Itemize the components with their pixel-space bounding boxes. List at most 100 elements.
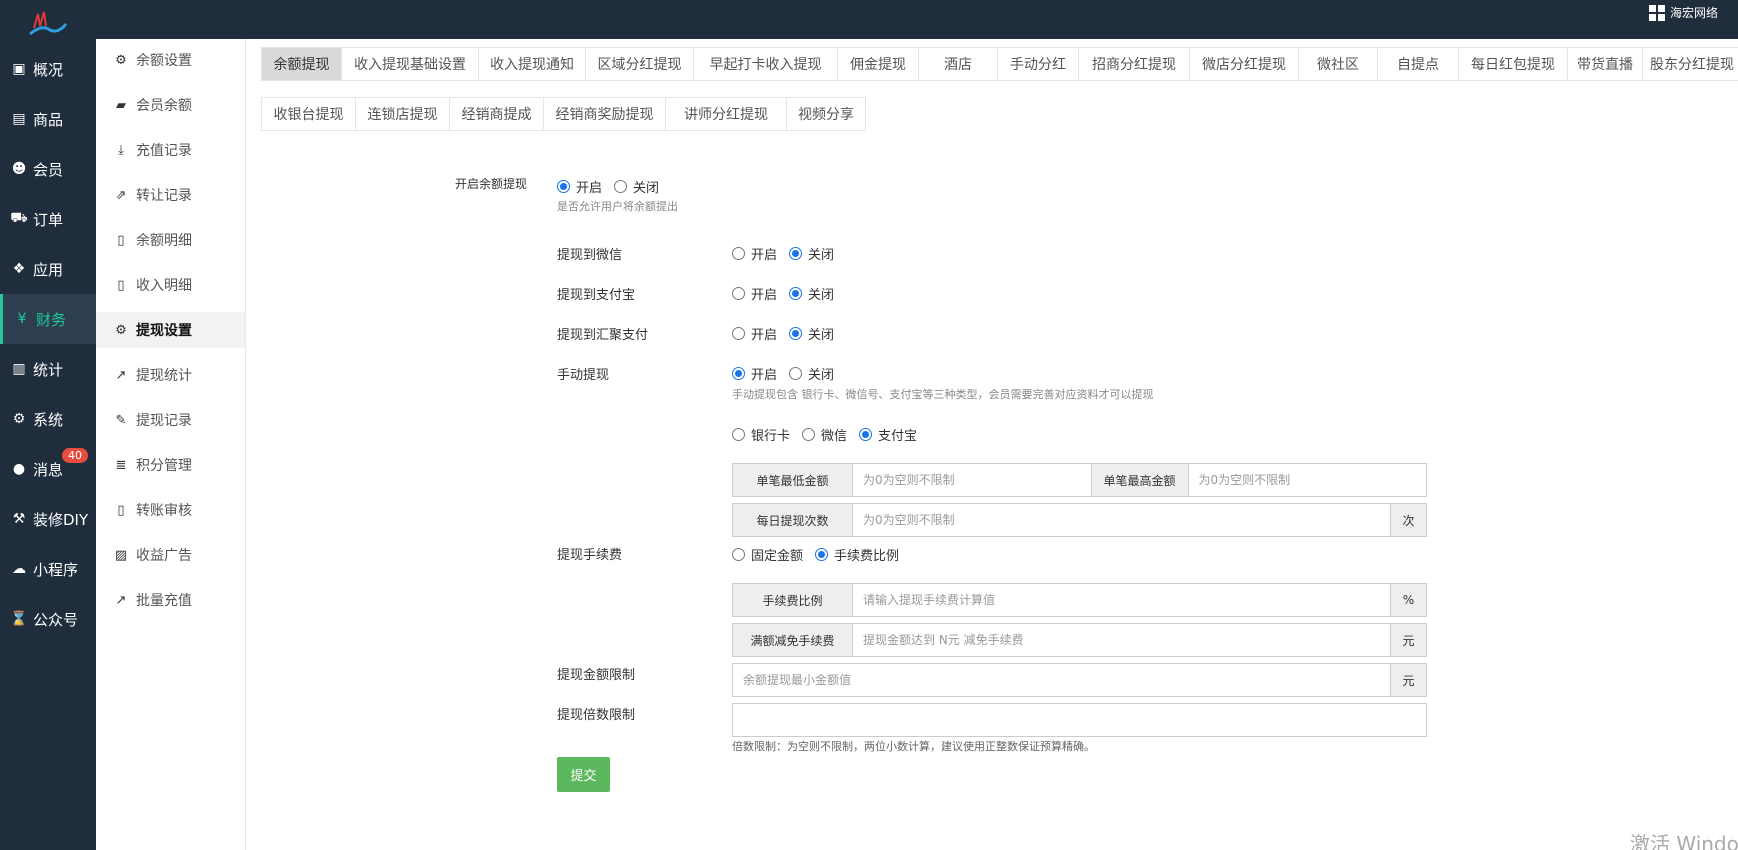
file-icon: ▯ [117,502,125,518]
tab-tabs_row1-12[interactable]: 每日红包提现 [1458,47,1568,81]
tab-bar-row-2: 收银台提现 连锁店提现 经销商提成 经销商奖励提现 讲师分红提现 视频分享 [261,97,866,131]
main-nav-label: 系统 [33,410,64,429]
fee-ratio-group: 手续费比例 % [732,583,1427,617]
fee-free-unit: 元 [1390,624,1426,656]
message-count-badge: 40 [62,448,88,463]
main-nav-item-7[interactable]: ⚙ 系统 [0,394,96,444]
tab-tabs_row1-4[interactable]: 早起打卡收入提现 [693,47,838,81]
main-nav-label: 概况 [33,60,64,79]
tab-tabs_row2-5[interactable]: 视频分享 [786,97,866,131]
gear-icon: ⚙ [115,52,127,68]
manual-type-alipay[interactable]: 支付宝 [859,425,917,444]
submenu-item-0[interactable]: ⚙ 余额设置 [96,42,245,78]
main-nav-item-2[interactable]: ☻ 会员 [0,144,96,194]
tab-tabs_row2-3[interactable]: 经销商奖励提现 [543,97,666,131]
fee-fixed-amount[interactable]: 固定金额 [732,545,803,564]
submenu-item-1[interactable]: ▰ 会员余额 [96,87,245,123]
max-amount-input[interactable] [1188,464,1426,496]
min-amount-input[interactable] [853,464,1091,496]
enable-balance-withdraw-on[interactable]: 开启 [557,177,602,196]
submenu-item-7[interactable]: ↗ 提现统计 [96,357,245,393]
submenu-item-11[interactable]: ▨ 收益广告 [96,537,245,573]
submenu-item-6[interactable]: ⚙ 提现设置 [96,312,245,348]
withdraw-to-wechat-radios: 开启 关闭 [732,244,846,263]
tab-tabs_row1-8[interactable]: 招商分红提现 [1078,47,1190,81]
submenu-item-10[interactable]: ▯ 转账审核 [96,492,245,528]
manual-withdraw-on[interactable]: 开启 [732,364,777,383]
manual-withdraw-off[interactable]: 关闭 [789,364,834,383]
submenu-label: 收入明细 [136,278,192,294]
submenu-item-9[interactable]: ≣ 积分管理 [96,447,245,483]
main-nav-label: 消息 [33,460,64,479]
submit-button[interactable]: 提交 [557,757,610,792]
withdraw-to-huiju-off[interactable]: 关闭 [789,324,834,343]
single-amount-limits-group: 单笔最低金额 单笔最高金额 [732,463,1427,497]
brand-logo[interactable] [28,10,68,38]
main-nav-item-3[interactable]: ⛟ 订单 [0,194,96,244]
fee-free-input[interactable] [853,624,1390,656]
main-nav-item-8[interactable]: ● 消息 40 [0,444,96,494]
tab-tabs_row1-13[interactable]: 带货直播 [1567,47,1643,81]
main-nav-item-9[interactable]: ⚒ 装修DIY [0,494,96,544]
tab-tabs_row2-2[interactable]: 经销商提成 [449,97,544,131]
fee-ratio-unit: % [1390,584,1426,616]
enable-balance-withdraw-off[interactable]: 关闭 [614,177,659,196]
submenu-label: 提现设置 [136,323,192,339]
enable-balance-withdraw-help: 是否允许用户将余额提出 [557,200,678,213]
manual-withdraw-radios: 开启 关闭 [732,364,846,383]
tab-tabs_row2-1[interactable]: 连锁店提现 [355,97,450,131]
tab-tabs_row1-11[interactable]: 自提点 [1377,47,1459,81]
tab-tabs_row1-1[interactable]: 收入提现基础设置 [341,47,479,81]
multiple-limit-input[interactable] [732,703,1427,737]
max-amount-label: 单笔最高金额 [1090,464,1189,496]
daily-count-group: 每日提现次数 次 [732,503,1427,537]
amount-limit-input[interactable] [733,664,1390,696]
tab-tabs_row1-10[interactable]: 微社区 [1298,47,1378,81]
withdraw-to-wechat-off[interactable]: 关闭 [789,244,834,263]
withdraw-to-alipay-off[interactable]: 关闭 [789,284,834,303]
main-nav-label: 会员 [33,160,64,179]
submenu-label: 会员余额 [136,98,192,114]
tab-tabs_row1-0[interactable]: 余额提现 [261,47,342,81]
windows-activation-watermark: 激活 Windo [1630,832,1738,850]
main-nav-label: 订单 [33,210,64,229]
top-bar: 海宏网络 [0,0,1738,39]
main-nav-item-0[interactable]: ▣ 概况 [0,44,96,94]
submenu-item-12[interactable]: ↗ 批量充值 [96,582,245,618]
manual-type-bank[interactable]: 银行卡 [732,425,790,444]
submenu-item-8[interactable]: ✎ 提现记录 [96,402,245,438]
main-nav-item-1[interactable]: ▤ 商品 [0,94,96,144]
main-nav-item-5[interactable]: ¥ 财务 [0,294,96,344]
box-icon: ▤ [12,111,26,127]
withdraw-to-wechat-on[interactable]: 开启 [732,244,777,263]
tab-tabs_row1-3[interactable]: 区域分红提现 [585,47,694,81]
tab-tabs_row1-14[interactable]: 股东分红提现 [1642,47,1738,81]
tab-tabs_row2-4[interactable]: 讲师分红提现 [665,97,787,131]
submenu-item-3[interactable]: ⇗ 转让记录 [96,177,245,213]
main-nav-label: 装修DIY [33,510,89,529]
submenu-label: 充值记录 [136,143,192,159]
main-nav-item-6[interactable]: ▥ 统计 [0,344,96,394]
submenu-item-2[interactable]: ⤓ 充值记录 [96,132,245,168]
fee-ratio-input[interactable] [853,584,1390,616]
dashboard-grid-icon [1648,4,1665,21]
manual-type-wechat[interactable]: 微信 [802,425,847,444]
tab-tabs_row1-5[interactable]: 佣金提现 [837,47,919,81]
withdraw-to-huiju-on[interactable]: 开启 [732,324,777,343]
submenu-item-5[interactable]: ▯ 收入明细 [96,267,245,303]
main-nav-item-4[interactable]: ❖ 应用 [0,244,96,294]
fee-ratio[interactable]: 手续费比例 [815,545,899,564]
tab-tabs_row1-6[interactable]: 酒店 [918,47,998,81]
tab-tabs_row1-9[interactable]: 微店分红提现 [1189,47,1299,81]
main-nav-item-10[interactable]: ☁ 小程序 [0,544,96,594]
daily-count-input[interactable] [853,504,1390,536]
main-nav-item-11[interactable]: ⌛ 公众号 [0,594,96,644]
tab-tabs_row2-0[interactable]: 收银台提现 [261,97,356,131]
database-icon: ≣ [115,457,127,473]
tab-tabs_row1-7[interactable]: 手动分红 [997,47,1079,81]
submenu-item-4[interactable]: ▯ 余额明细 [96,222,245,258]
chat-icon: ● [12,461,26,477]
account-menu[interactable]: 海宏网络 [1648,4,1718,21]
withdraw-to-alipay-on[interactable]: 开启 [732,284,777,303]
tab-tabs_row1-2[interactable]: 收入提现通知 [478,47,586,81]
